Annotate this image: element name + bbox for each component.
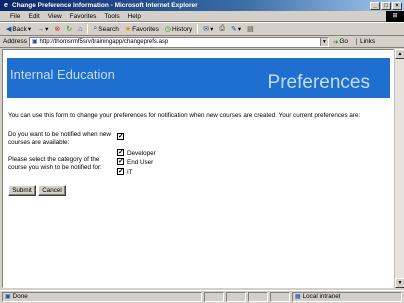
home-button[interactable]: ⌂ xyxy=(75,26,85,33)
category-label-developer: Developer xyxy=(127,150,156,157)
window-title: Change Preference Information - Microsof… xyxy=(12,2,198,9)
vertical-scrollbar[interactable]: ▲ ▼ xyxy=(394,49,404,288)
forward-button[interactable]: → ▾ xyxy=(34,25,51,34)
category-label-it: IT xyxy=(127,169,133,176)
toolbar: ◀ Back ▾ → ▾ ⊗ ↻ ⌂ ⌕ Search ★ Favorites … xyxy=(0,22,404,36)
page-content: Internal Education Preferences You can u… xyxy=(2,49,394,288)
search-label: Search xyxy=(98,25,119,33)
page-done-icon: ▣ xyxy=(5,294,11,300)
back-label: Back xyxy=(12,25,27,33)
status-pane xyxy=(270,292,290,302)
go-label: Go xyxy=(339,38,348,45)
category-label-end-user: End User xyxy=(127,159,154,166)
print-icon: ⎙ xyxy=(219,25,225,32)
refresh-icon: ↻ xyxy=(66,26,73,33)
notify-question: Do you want to be notified when new cour… xyxy=(8,131,111,146)
banner-title: Internal Education xyxy=(10,67,115,82)
menu-help[interactable]: Help xyxy=(124,13,145,20)
menu-favorites[interactable]: Favorites xyxy=(66,13,101,20)
status-text: Done xyxy=(12,293,28,300)
address-bar: Address ▣ http://thomsrmf5srv/trainingap… xyxy=(0,36,404,48)
notify-checkbox[interactable]: ✓ xyxy=(117,133,124,140)
scroll-down-icon[interactable]: ▼ xyxy=(395,278,404,288)
home-icon: ⌂ xyxy=(78,25,83,33)
menu-file[interactable]: File xyxy=(6,13,24,20)
go-button[interactable]: ➜ Go xyxy=(333,38,348,46)
discuss-button[interactable]: ▤ xyxy=(244,25,257,33)
title-bar: e Change Preference Information - Micros… xyxy=(0,0,404,11)
windows-logo-icon: ⊞ xyxy=(386,11,404,22)
status-pane xyxy=(204,292,224,302)
address-url: http://thomsrmf5srv/trainingapp/changepr… xyxy=(39,38,169,45)
scroll-up-icon[interactable]: ▲ xyxy=(395,49,404,59)
maximize-button[interactable]: □ xyxy=(381,1,391,10)
refresh-button[interactable]: ↻ xyxy=(63,25,75,33)
status-bar: ▣ Done ▦ Local intranet xyxy=(0,290,404,303)
mail-button[interactable]: ✉ ▾ xyxy=(200,25,216,33)
forward-dropdown-icon[interactable]: ▾ xyxy=(45,25,48,33)
history-button[interactable]: ◷ History xyxy=(162,25,195,34)
category-checkbox-end-user[interactable]: ✓ xyxy=(117,158,124,165)
page-banner: Internal Education Preferences xyxy=(7,58,390,98)
address-input[interactable]: ▣ http://thomsrmf5srv/trainingapp/change… xyxy=(28,36,329,47)
history-label: History xyxy=(172,25,193,33)
mail-dropdown-icon: ▾ xyxy=(210,26,214,33)
discuss-icon: ▤ xyxy=(247,26,254,33)
ie-logo-icon: e xyxy=(4,1,8,9)
edit-icon: ✎ xyxy=(231,26,237,33)
menu-bar: File Edit View Favorites Tools Help ⊞ xyxy=(0,11,404,22)
search-button[interactable]: ⌕ Search xyxy=(90,25,122,33)
address-label: Address xyxy=(3,38,27,45)
submit-button[interactable]: Submit xyxy=(8,185,36,196)
back-arrow-icon: ◀ xyxy=(6,26,12,33)
intro-text: You can use this form to change your pre… xyxy=(8,112,361,119)
go-arrow-icon: ➜ xyxy=(332,38,339,46)
menu-tools[interactable]: Tools xyxy=(100,13,123,20)
links-button[interactable]: Links xyxy=(355,38,375,45)
edit-dropdown-icon: ▾ xyxy=(237,26,242,33)
status-pane xyxy=(248,292,268,302)
favorites-button[interactable]: ★ Favorites xyxy=(122,25,162,34)
zone-text: Local intranet xyxy=(302,293,341,300)
mail-icon: ✉ xyxy=(203,26,210,33)
status-text-pane: ▣ Done xyxy=(2,292,202,302)
stop-button[interactable]: ⊗ xyxy=(51,25,63,33)
category-checkbox-developer[interactable]: ✓ xyxy=(117,149,124,156)
back-dropdown-icon[interactable]: ▾ xyxy=(28,25,31,33)
favorites-label: Favorites xyxy=(132,25,159,33)
history-icon: ◷ xyxy=(164,26,172,33)
toolbar-separator xyxy=(197,24,199,34)
print-button[interactable]: ⎙ xyxy=(216,25,228,33)
cancel-button[interactable]: Cancel xyxy=(38,185,66,196)
address-dropdown-icon[interactable]: ▼ xyxy=(319,37,328,46)
intranet-zone-icon: ▦ xyxy=(295,294,301,300)
minimize-button[interactable]: _ xyxy=(370,1,380,10)
category-question: Please select the category of the course… xyxy=(8,156,102,171)
zone-pane: ▦ Local intranet xyxy=(292,292,402,302)
forward-arrow-icon: → xyxy=(37,25,45,33)
page-icon: ▣ xyxy=(31,38,38,45)
menu-edit[interactable]: Edit xyxy=(24,13,43,20)
stop-icon: ⊗ xyxy=(54,26,61,33)
close-button[interactable]: × xyxy=(392,1,402,10)
back-button[interactable]: ◀ Back ▾ xyxy=(3,25,34,34)
category-checkbox-it[interactable]: ✓ xyxy=(117,168,124,175)
menu-view[interactable]: View xyxy=(44,13,66,20)
search-icon: ⌕ xyxy=(93,25,98,32)
toolbar-separator xyxy=(87,24,89,34)
edit-button[interactable]: ✎ ▾ xyxy=(228,25,244,33)
status-pane xyxy=(226,292,246,302)
favorites-icon: ★ xyxy=(124,26,132,33)
banner-subtitle: Preferences xyxy=(267,72,370,93)
